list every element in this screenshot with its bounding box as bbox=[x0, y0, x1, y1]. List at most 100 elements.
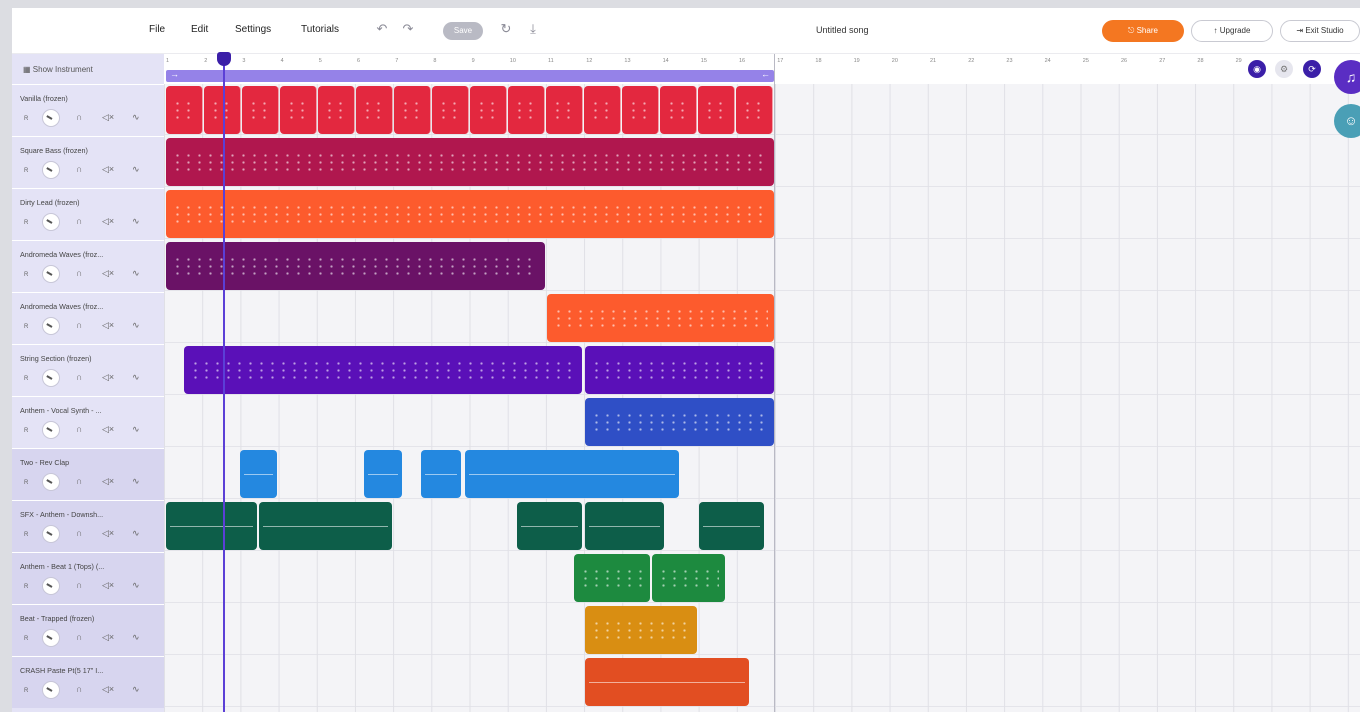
clip[interactable] bbox=[660, 86, 697, 134]
redo-icon[interactable]: ↷ bbox=[400, 21, 416, 37]
clip[interactable] bbox=[364, 450, 402, 498]
clip[interactable] bbox=[585, 502, 664, 550]
show-instrument-toggle[interactable]: ▦ Show Instrument bbox=[12, 54, 164, 84]
track-name[interactable]: Beat - Trapped (frozen) bbox=[20, 614, 94, 623]
clip[interactable] bbox=[736, 86, 773, 134]
clip[interactable] bbox=[184, 346, 582, 394]
clip[interactable] bbox=[259, 502, 392, 550]
track-header[interactable]: Beat - Trapped (frozen) R ∩ ◁× ∿ bbox=[12, 604, 164, 656]
automation-icon[interactable]: ∿ bbox=[132, 528, 140, 539]
clip[interactable] bbox=[574, 554, 650, 602]
clip[interactable] bbox=[240, 450, 277, 498]
record-arm-button[interactable]: R bbox=[24, 116, 28, 122]
headphones-icon[interactable]: ∩ bbox=[76, 528, 82, 538]
track-name[interactable]: Dirty Lead (frozen) bbox=[20, 198, 80, 207]
volume-knob[interactable] bbox=[42, 681, 60, 699]
mute-speaker-icon[interactable]: ◁× bbox=[102, 684, 114, 695]
record-arm-button[interactable]: R bbox=[24, 636, 28, 642]
download-icon[interactable]: ⤓ bbox=[525, 21, 541, 37]
mute-speaker-icon[interactable]: ◁× bbox=[102, 580, 114, 591]
save-button[interactable]: Save bbox=[443, 22, 483, 40]
clip[interactable] bbox=[356, 86, 393, 134]
song-title[interactable]: Untitled song bbox=[816, 25, 869, 35]
mute-speaker-icon[interactable]: ◁× bbox=[102, 216, 114, 227]
record-arm-button[interactable]: R bbox=[24, 272, 28, 278]
clip[interactable] bbox=[421, 450, 461, 498]
automation-icon[interactable]: ∿ bbox=[132, 684, 140, 695]
headphones-icon[interactable]: ∩ bbox=[76, 216, 82, 226]
automation-icon[interactable]: ∿ bbox=[132, 268, 140, 279]
volume-knob[interactable] bbox=[42, 421, 60, 439]
playhead-handle[interactable] bbox=[217, 52, 231, 66]
track-name[interactable]: Andromeda Waves (froz... bbox=[20, 302, 103, 311]
record-arm-button[interactable]: R bbox=[24, 584, 28, 590]
mute-speaker-icon[interactable]: ◁× bbox=[102, 632, 114, 643]
mute-speaker-icon[interactable]: ◁× bbox=[102, 372, 114, 383]
undo-icon[interactable]: ↶ bbox=[374, 21, 390, 37]
record-arm-button[interactable]: R bbox=[24, 168, 28, 174]
track-header[interactable]: Square Bass (frozen) R ∩ ◁× ∿ bbox=[12, 136, 164, 188]
loop-end-arrow-icon[interactable]: ← bbox=[761, 69, 770, 79]
volume-knob[interactable] bbox=[42, 473, 60, 491]
collaborators-icon[interactable]: ☺ bbox=[1334, 104, 1360, 138]
record-arm-button[interactable]: R bbox=[24, 532, 28, 538]
clip[interactable] bbox=[585, 606, 697, 654]
headphones-icon[interactable]: ∩ bbox=[76, 476, 82, 486]
clip[interactable] bbox=[166, 138, 774, 186]
clip[interactable] bbox=[280, 86, 317, 134]
record-arm-button[interactable]: R bbox=[24, 324, 28, 330]
upgrade-button[interactable]: ↑ Upgrade bbox=[1191, 20, 1273, 42]
menu-file[interactable]: File bbox=[149, 24, 165, 35]
volume-knob[interactable] bbox=[42, 525, 60, 543]
headphones-icon[interactable]: ∩ bbox=[76, 424, 82, 434]
clip[interactable] bbox=[318, 86, 355, 134]
mute-speaker-icon[interactable]: ◁× bbox=[102, 112, 114, 123]
headphones-icon[interactable]: ∩ bbox=[76, 320, 82, 330]
record-arm-button[interactable]: R bbox=[24, 480, 28, 486]
track-name[interactable]: Vanilla (frozen) bbox=[20, 94, 68, 103]
track-name[interactable]: SFX - Anthem - Downsh... bbox=[20, 510, 103, 519]
clip[interactable] bbox=[517, 502, 582, 550]
record-arm-button[interactable]: R bbox=[24, 428, 28, 434]
menu-edit[interactable]: Edit bbox=[191, 24, 208, 35]
volume-knob[interactable] bbox=[42, 109, 60, 127]
timeline-ruler[interactable]: 1 2 3 4 5 6 7 8 9 10 11 12 13 14 15 16 17 18 19 20 21 22 23 24 2… bbox=[164, 54, 1360, 70]
mute-speaker-icon[interactable]: ◁× bbox=[102, 164, 114, 175]
clip[interactable] bbox=[166, 190, 774, 238]
clip[interactable] bbox=[166, 502, 257, 550]
refresh-icon[interactable]: ↻ bbox=[498, 21, 514, 37]
clip[interactable] bbox=[394, 86, 431, 134]
record-arm-button[interactable]: R bbox=[24, 688, 28, 694]
automation-icon[interactable]: ∿ bbox=[132, 164, 140, 175]
track-header[interactable]: CRASH Paste Pt(5 17" I... R ∩ ◁× ∿ bbox=[12, 656, 164, 708]
clip[interactable] bbox=[585, 346, 774, 394]
track-name[interactable]: Two - Rev Clap bbox=[20, 458, 69, 467]
share-button[interactable]: ⎋ Share bbox=[1102, 20, 1184, 42]
volume-knob[interactable] bbox=[42, 161, 60, 179]
record-arm-button[interactable]: R bbox=[24, 220, 28, 226]
headphones-icon[interactable]: ∩ bbox=[76, 684, 82, 694]
clip[interactable] bbox=[584, 86, 621, 134]
loop-region[interactable]: → ← bbox=[166, 69, 774, 82]
track-header[interactable]: String Section (frozen) R ∩ ◁× ∿ bbox=[12, 344, 164, 396]
track-header[interactable]: Anthem - Vocal Synth - ... R ∩ ◁× ∿ bbox=[12, 396, 164, 448]
track-header[interactable]: SFX - Anthem - Downsh... R ∩ ◁× ∿ bbox=[12, 500, 164, 552]
track-header[interactable]: Andromeda Waves (froz... R ∩ ◁× ∿ bbox=[12, 292, 164, 344]
automation-icon[interactable]: ∿ bbox=[132, 320, 140, 331]
track-name[interactable]: Anthem - Vocal Synth - ... bbox=[20, 406, 102, 415]
volume-knob[interactable] bbox=[42, 265, 60, 283]
volume-knob[interactable] bbox=[42, 629, 60, 647]
mute-speaker-icon[interactable]: ◁× bbox=[102, 424, 114, 435]
volume-knob[interactable] bbox=[42, 213, 60, 231]
automation-icon[interactable]: ∿ bbox=[132, 632, 140, 643]
metronome-icon[interactable]: ◉ bbox=[1248, 60, 1266, 78]
clip[interactable] bbox=[547, 294, 774, 342]
automation-icon[interactable]: ∿ bbox=[132, 424, 140, 435]
mute-speaker-icon[interactable]: ◁× bbox=[102, 476, 114, 487]
clip[interactable] bbox=[622, 86, 659, 134]
track-header[interactable]: Dirty Lead (frozen) R ∩ ◁× ∿ bbox=[12, 188, 164, 240]
record-arm-button[interactable]: R bbox=[24, 376, 28, 382]
headphones-icon[interactable]: ∩ bbox=[76, 580, 82, 590]
track-header[interactable]: Andromeda Waves (froz... R ∩ ◁× ∿ bbox=[12, 240, 164, 292]
automation-icon[interactable]: ∿ bbox=[132, 372, 140, 383]
